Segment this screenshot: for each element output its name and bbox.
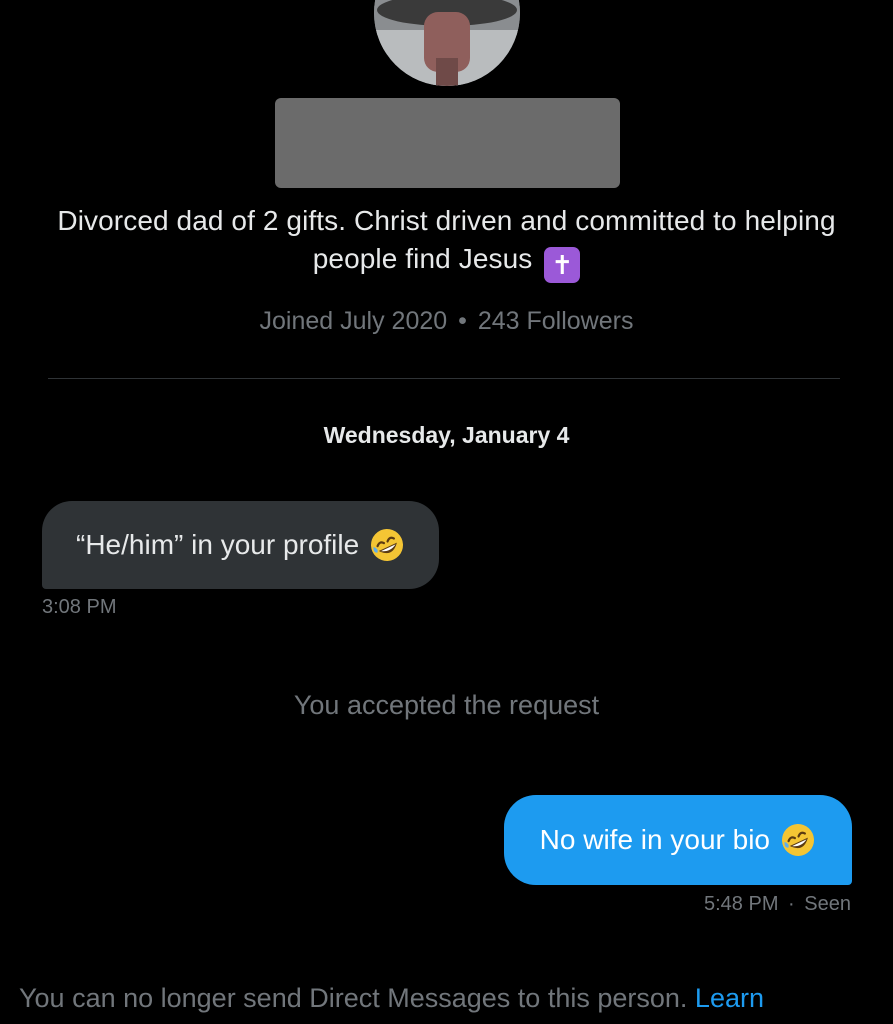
meta-separator: • <box>458 307 467 335</box>
divider <box>48 378 840 379</box>
profile-bio: Divorced dad of 2 gifts. Christ driven a… <box>40 202 853 283</box>
rolling-on-floor-laughing-icon <box>780 822 816 858</box>
redacted-display-name <box>275 98 620 188</box>
profile-meta: Joined July 2020 • 243 Followers <box>0 307 893 336</box>
conversation-date: Wednesday, January 4 <box>323 422 570 448</box>
rolling-on-floor-laughing-icon <box>369 527 405 563</box>
outgoing-message-time: 5:48 PM <box>704 893 779 915</box>
outgoing-message-meta: 5:48 PM · Seen <box>704 893 851 916</box>
incoming-message-time: 3:08 PM <box>42 596 117 618</box>
seen-status: Seen <box>804 893 851 915</box>
joined-date: Joined July 2020 <box>259 307 448 335</box>
incoming-message-bubble[interactable]: “He/him” in your profile <box>42 501 440 589</box>
incoming-message-text: “He/him” in your profile <box>76 529 360 560</box>
dm-disabled-text: You can no longer send Direct Messages t… <box>19 983 688 1013</box>
outgoing-message-bubble[interactable]: No wife in your bio <box>503 795 852 885</box>
outgoing-message-text: No wife in your bio <box>539 824 770 855</box>
latin-cross-icon: ✝ <box>544 247 581 283</box>
dm-disabled-notice: You can no longer send Direct Messages t… <box>19 983 889 1014</box>
followers-count[interactable]: 243 Followers <box>478 307 634 335</box>
meta-separator: · <box>788 893 795 915</box>
profile-avatar[interactable] <box>374 0 520 86</box>
request-accepted-note: You accepted the request <box>293 690 600 720</box>
learn-more-link[interactable]: Learn <box>695 983 764 1013</box>
profile-bio-text: Divorced dad of 2 gifts. Christ driven a… <box>57 205 836 274</box>
